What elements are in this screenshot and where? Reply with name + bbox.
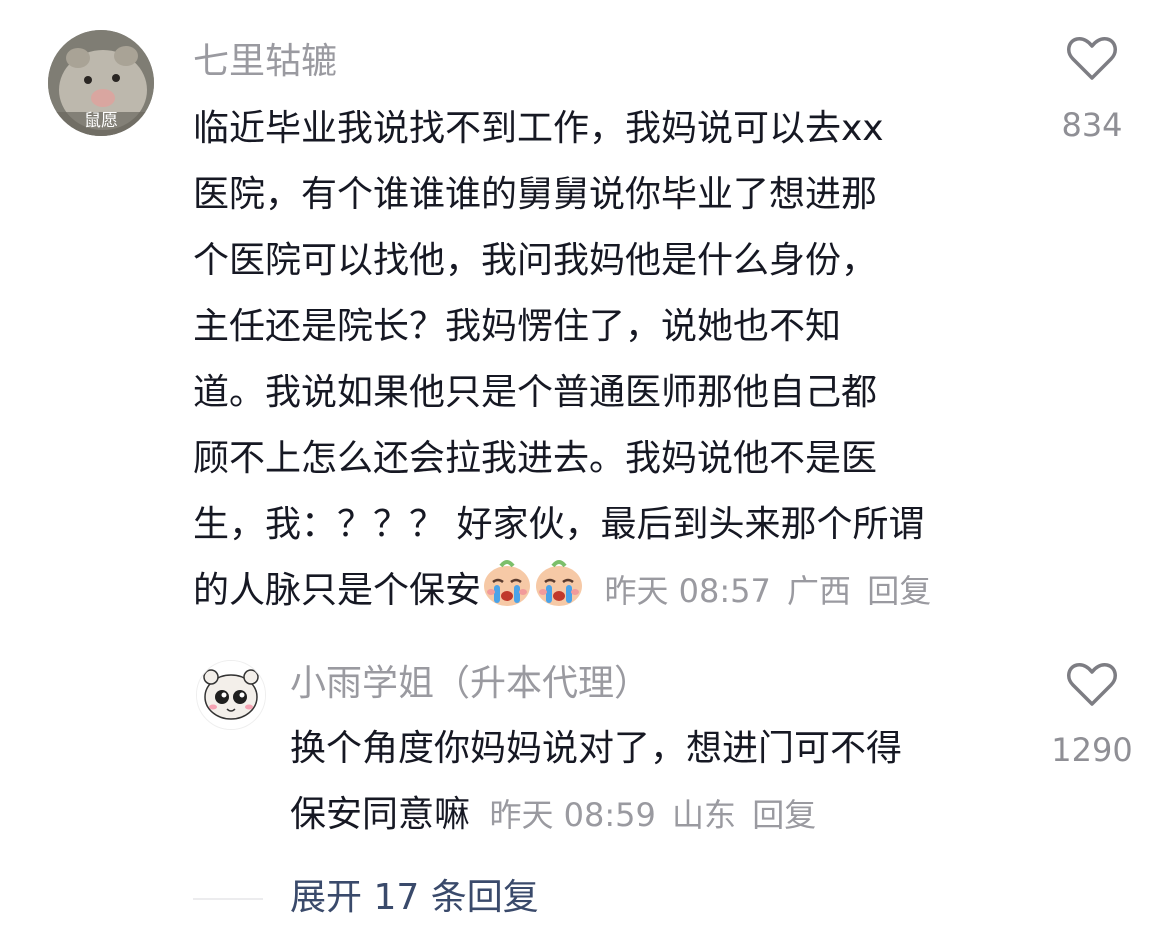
bear-girl-avatar-image: [197, 661, 265, 729]
comment-text-line: 道。我说如果他只是个普通医师那他自己都: [193, 372, 878, 413]
avatar-badge-text: 鼠愿: [84, 111, 118, 131]
comment-text-line: 顾不上怎么还会拉我进去。我妈说他不是医: [193, 438, 878, 479]
comment-text-line: 主任还是院长？我妈愣住了，说她也不知: [193, 306, 842, 347]
reply-username[interactable]: 小雨学姐（升本代理）: [290, 662, 650, 706]
avatar[interactable]: 鼠愿: [48, 30, 154, 136]
like-count: 1290: [1051, 731, 1133, 769]
comment-username[interactable]: 七里轱辘: [193, 40, 337, 84]
like-button[interactable]: [1052, 662, 1132, 708]
like-count: 834: [1061, 106, 1123, 144]
reply-time: 昨天 08:59: [489, 796, 656, 834]
reply-last-line: 保安同意嘛 昨天 08:59 山东 回复: [290, 782, 1030, 848]
like-button[interactable]: [1052, 36, 1132, 82]
comment-last-line: 的人脉只是个保安 昨天 08:57 广西 回复: [193, 558, 1013, 630]
comment-meta: 昨天 08:57 广西 回复: [604, 572, 931, 610]
loudly-crying-emoji-icon: [481, 558, 533, 630]
reply-meta: 昨天 08:59 山东 回复: [489, 796, 816, 834]
comment-text: 临近毕业我说找不到工作，我妈说可以去xx 医院，有个谁谁谁的舅舅说你毕业了想进那…: [193, 96, 1013, 630]
reply-text-line: 换个角度你妈妈说对了，想进门可不得: [290, 728, 903, 769]
reply-button[interactable]: 回复: [752, 796, 816, 834]
loudly-crying-emoji-icon: [533, 558, 585, 630]
reply-text: 换个角度你妈妈说对了，想进门可不得 保安同意嘛 昨天 08:59 山东 回复: [290, 716, 1030, 848]
heart-outline-icon: [1067, 37, 1117, 80]
heart-outline-icon: [1067, 663, 1117, 706]
reply-button[interactable]: 回复: [867, 572, 931, 610]
comment-time: 昨天 08:57: [604, 572, 771, 610]
comment-location: 广西: [787, 572, 852, 610]
reply-location: 山东: [672, 796, 737, 834]
divider: [193, 898, 263, 900]
comment-text-line: 临近毕业我说找不到工作，我妈说可以去xx: [193, 108, 884, 149]
comment-text-line: 个医院可以找他，我问我妈他是什么身份，: [193, 240, 878, 281]
expand-replies-button[interactable]: 展开 17 条回复: [290, 876, 539, 920]
comment-text-line: 生，我：？？？ 好家伙，最后到头来那个所谓: [193, 504, 925, 545]
comment-text-line: 医院，有个谁谁谁的舅舅说你毕业了想进那: [193, 174, 878, 215]
reply-text-line: 保安同意嘛: [290, 794, 471, 835]
avatar[interactable]: [196, 660, 266, 730]
comment-text-line: 的人脉只是个保安: [193, 570, 482, 611]
